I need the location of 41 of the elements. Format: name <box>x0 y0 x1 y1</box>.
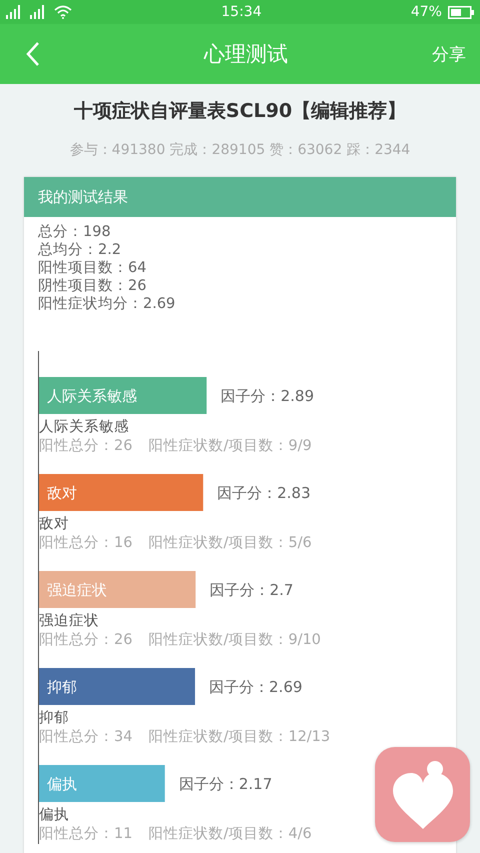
positive-total: 阳性总分：11 <box>39 825 132 844</box>
wifi-icon <box>54 5 72 19</box>
page-title: 心理测试 <box>204 41 288 68</box>
bar-label: 偏执 <box>47 775 77 793</box>
status-time: 15:34 <box>221 4 262 20</box>
summary-line: 阳性症状均分：2.69 <box>38 295 176 313</box>
test-stats: 参与：491380 完成：289105 赞：63062 踩：2344 <box>68 141 412 159</box>
symptom-ratio: 阳性症状数/项目数：9/9 <box>148 437 312 456</box>
back-button[interactable] <box>26 41 40 67</box>
symptom-ratio: 阳性症状数/项目数：9/10 <box>148 631 321 650</box>
symptom-ratio: 阳性症状数/项目数：4/6 <box>148 825 312 844</box>
summary-line: 阳性项目数：64 <box>38 259 148 277</box>
positive-total: 阳性总分：16 <box>39 534 132 553</box>
battery-icon <box>448 6 474 18</box>
battery-percent: 47% <box>410 4 442 20</box>
summary-line: 总均分：2.2 <box>38 241 122 259</box>
summary-line: 总分：198 <box>38 223 112 241</box>
positive-total: 阳性总分：26 <box>39 437 132 456</box>
bar-label: 敌对 <box>47 484 77 502</box>
bar-label: 人际关系敏感 <box>47 387 137 405</box>
test-title: 十项症状自评量表SCL90【编辑推荐】 <box>72 99 408 124</box>
factor-score: 因子分：2.69 <box>209 678 302 696</box>
factor-name: 敌对 <box>39 515 70 534</box>
factor-name: 强迫症状 <box>39 612 100 631</box>
heart-app-button[interactable] <box>375 747 470 842</box>
factor-name: 抑郁 <box>39 709 70 728</box>
bar-label: 强迫症状 <box>47 581 107 599</box>
factor-name: 偏执 <box>39 806 70 825</box>
bar-label: 抑郁 <box>47 678 77 696</box>
positive-total: 阳性总分：26 <box>39 631 132 650</box>
factor-score: 因子分：2.17 <box>178 775 272 793</box>
factor-score: 因子分：2.83 <box>217 484 311 502</box>
factor-name: 人际关系敏感 <box>39 418 130 437</box>
factor-score: 因子分：2.89 <box>220 387 314 405</box>
symptom-ratio: 阳性症状数/项目数：5/6 <box>148 534 312 553</box>
summary-line: 阴性项目数：26 <box>38 277 148 295</box>
card-header: 我的测试结果 <box>24 177 456 217</box>
share-button[interactable]: 分享 <box>432 42 466 66</box>
factor-score: 因子分：2.7 <box>210 581 294 599</box>
positive-total: 阳性总分：34 <box>39 728 132 747</box>
symptom-ratio: 阳性症状数/项目数：12/13 <box>148 728 330 747</box>
